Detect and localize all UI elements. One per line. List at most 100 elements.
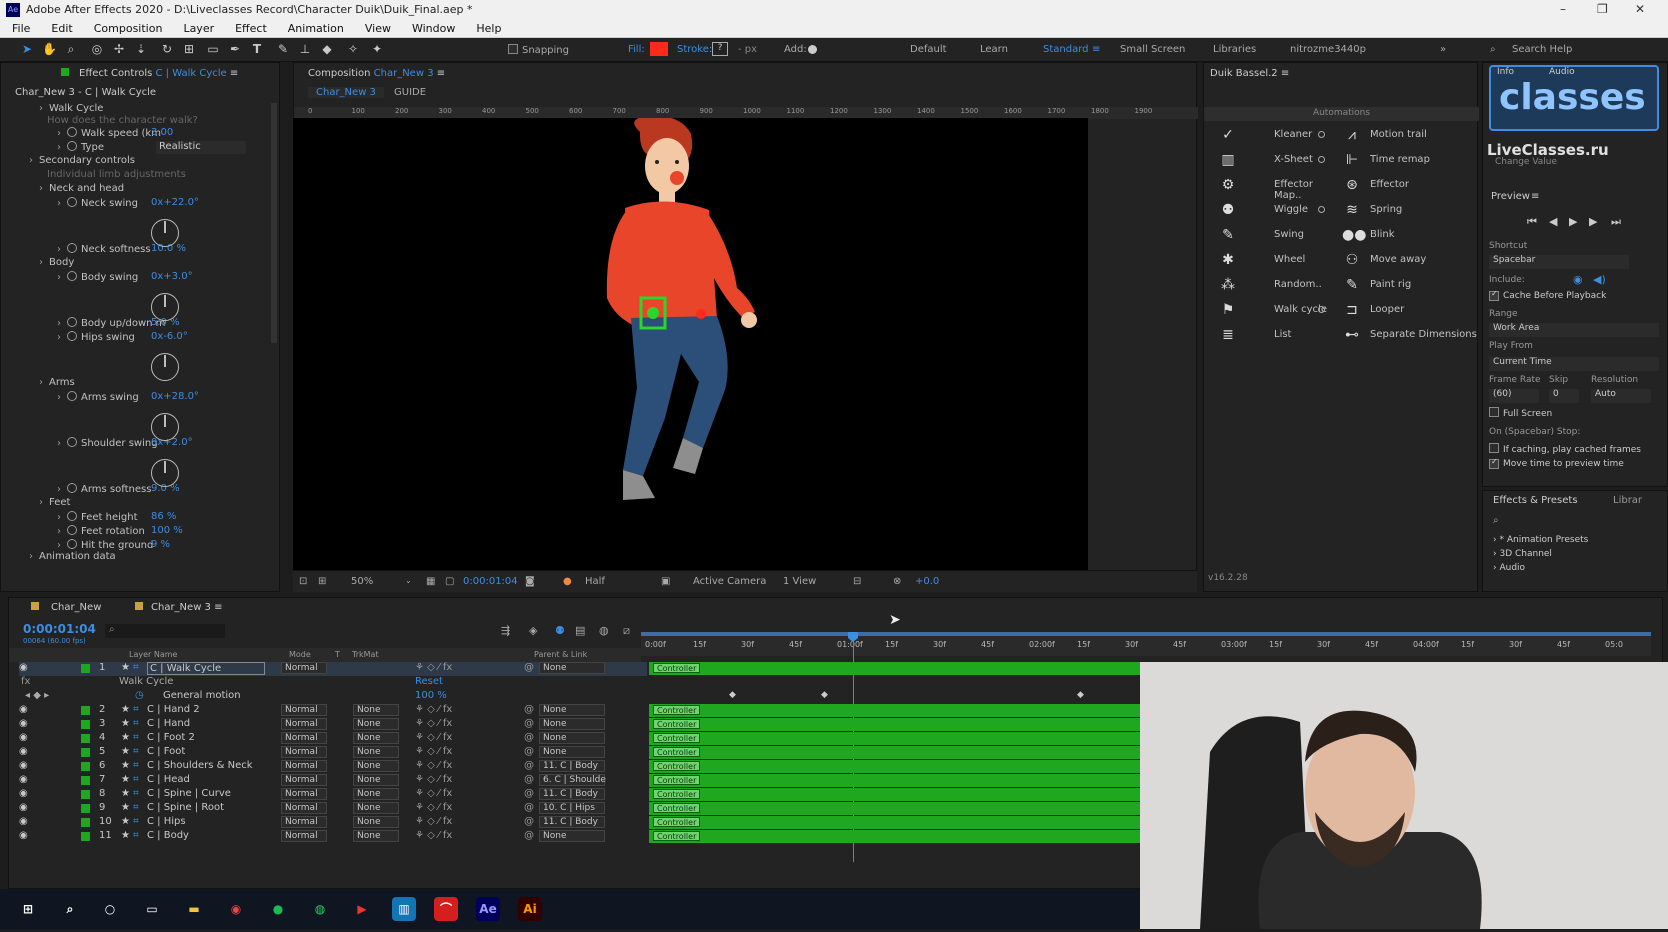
label-color-swatch[interactable] bbox=[81, 748, 90, 757]
explorer-icon[interactable]: ▬ bbox=[182, 897, 206, 921]
disclosure-triangle-icon[interactable]: › bbox=[57, 272, 67, 283]
zoom-tool-icon[interactable]: ⌕ bbox=[64, 42, 78, 56]
search-icon[interactable]: ⌕ bbox=[58, 897, 82, 921]
layer-duration-bar[interactable]: Controller bbox=[649, 760, 1141, 773]
disclosure-triangle-icon[interactable]: › bbox=[57, 438, 67, 449]
orbit-tool-icon[interactable]: ◎ bbox=[90, 42, 104, 56]
layer-name[interactable]: C | Foot bbox=[147, 746, 185, 757]
windows-icon[interactable]: ⊞ bbox=[16, 897, 40, 921]
trello-icon[interactable]: ▥ bbox=[392, 897, 416, 921]
effect-property-row[interactable]: › Arms swing bbox=[57, 391, 139, 405]
workspace-standard[interactable]: Standard bbox=[1043, 44, 1089, 55]
duik-button-wheel[interactable]: ✱ Wheel bbox=[1218, 250, 1338, 272]
angle-dial[interactable] bbox=[151, 459, 179, 487]
hand-tool-icon[interactable]: ✋ bbox=[42, 42, 57, 56]
duik-button-wiggle[interactable]: ⚉ Wiggle bbox=[1218, 200, 1338, 222]
duik-button-swing[interactable]: ✎ Swing bbox=[1218, 225, 1338, 247]
mode-dropdown[interactable]: Normal bbox=[281, 816, 327, 828]
panel-menu-icon[interactable]: ≡ bbox=[1281, 68, 1289, 79]
stopwatch-icon[interactable]: ◷ bbox=[135, 690, 144, 701]
tab-info[interactable]: Info bbox=[1497, 67, 1514, 77]
disclosure-triangle-icon[interactable]: › bbox=[39, 103, 49, 114]
rotate-tool-icon[interactable]: ↻ bbox=[160, 42, 174, 56]
effect-property-value[interactable]: 3.00 bbox=[151, 127, 173, 138]
disclosure-triangle-icon[interactable]: › bbox=[57, 128, 67, 139]
switches-icon[interactable]: ⚘ ◇ ⁄ fx bbox=[415, 816, 452, 827]
layer-duration-bar[interactable]: Controller bbox=[649, 774, 1141, 787]
reset-link[interactable]: Reset bbox=[415, 676, 443, 687]
label-color-swatch[interactable] bbox=[81, 804, 90, 813]
always-preview-icon[interactable]: ⊡ bbox=[299, 576, 307, 587]
layer-name[interactable]: C | Foot 2 bbox=[147, 732, 195, 743]
mode-dropdown[interactable]: Normal bbox=[281, 718, 327, 730]
illustrator-icon[interactable]: Ai bbox=[518, 897, 542, 921]
settings-dot-icon[interactable] bbox=[1318, 206, 1325, 213]
panel-menu-icon[interactable]: ≡ bbox=[1531, 191, 1539, 202]
effect-property-value[interactable]: 100 % bbox=[151, 525, 183, 536]
label-color-swatch[interactable] bbox=[81, 762, 90, 771]
keyframe-icon[interactable]: ◆ bbox=[821, 690, 828, 700]
tab-effect-controls[interactable]: Effect Controls C | Walk Cycle ≡ bbox=[61, 65, 238, 83]
mode-dropdown[interactable]: Normal bbox=[281, 760, 327, 772]
disclosure-triangle-icon[interactable]: › bbox=[29, 155, 39, 166]
disclosure-triangle-icon[interactable]: › bbox=[57, 484, 67, 495]
work-area-bar[interactable] bbox=[641, 632, 1651, 636]
table-row[interactable]: ◉ 11 ★ ⌗ C | Body Normal None ⚘ ◇ ⁄ fx @ None bbox=[19, 830, 647, 844]
anchor-tool-icon[interactable]: ⊞ bbox=[182, 42, 196, 56]
effect-property-row[interactable]: › Shoulder swing bbox=[57, 437, 158, 451]
stopwatch-icon[interactable] bbox=[67, 331, 77, 341]
layer-duration-bar[interactable]: Controller bbox=[649, 746, 1141, 759]
taskview-icon[interactable]: ▭ bbox=[140, 897, 164, 921]
workspace-menu-icon[interactable]: ≡ bbox=[1092, 44, 1100, 55]
mode-dropdown[interactable]: Normal bbox=[281, 774, 327, 786]
parent-dropdown[interactable]: None bbox=[539, 732, 605, 744]
layer-duration-bar[interactable]: Controller bbox=[649, 718, 1141, 731]
label-color-swatch[interactable] bbox=[81, 832, 90, 841]
duik-button-blink[interactable]: ●● Blink bbox=[1342, 225, 1478, 247]
trkmat-dropdown[interactable]: None bbox=[353, 788, 399, 800]
stopwatch-icon[interactable] bbox=[67, 271, 77, 281]
disclosure-triangle-icon[interactable]: › bbox=[57, 332, 67, 343]
mode-dropdown[interactable]: Normal bbox=[281, 662, 327, 674]
parent-pickwhip-icon[interactable]: @ bbox=[524, 788, 534, 799]
chevron-down-icon[interactable]: ⌄ bbox=[405, 576, 412, 585]
disclosure-triangle-icon[interactable]: › bbox=[39, 377, 49, 388]
workspace-libraries[interactable]: Libraries bbox=[1213, 44, 1256, 55]
toggle-pixel-icon[interactable]: ⊟ bbox=[853, 576, 861, 587]
parent-pickwhip-icon[interactable]: @ bbox=[524, 802, 534, 813]
pen-tool-icon[interactable]: ✒ bbox=[228, 42, 242, 56]
last-frame-icon[interactable]: ⏭ bbox=[1611, 215, 1621, 229]
maximize-button[interactable]: ❐ bbox=[1597, 2, 1608, 16]
switches-icon[interactable]: ⚘ ◇ ⁄ fx bbox=[415, 746, 452, 757]
move-time-checkbox[interactable]: Move time to preview time bbox=[1489, 459, 1624, 469]
layer-name[interactable]: C | Walk Cycle bbox=[147, 662, 265, 675]
table-row[interactable]: ◉ 10 ★ ⌗ C | Hips Normal None ⚘ ◇ ⁄ fx @11. C | … bbox=[19, 816, 647, 830]
duik-button-time-remap[interactable]: ⊩ Time remap bbox=[1342, 150, 1478, 172]
skip-dropdown[interactable]: 0 bbox=[1549, 389, 1579, 403]
draft-3d-icon[interactable]: ◈ bbox=[529, 624, 537, 637]
disclosure-triangle-icon[interactable]: › bbox=[57, 526, 67, 537]
effect-property-row[interactable]: › Arms bbox=[39, 377, 75, 391]
mode-dropdown[interactable]: Normal bbox=[281, 802, 327, 814]
acrobat-icon[interactable]: ⌒ bbox=[434, 897, 458, 921]
table-row[interactable]: ◉ 7 ★ ⌗ C | Head Normal None ⚘ ◇ ⁄ fx @6. C | Sh… bbox=[19, 774, 647, 788]
camera-dropdown[interactable]: Active Camera bbox=[693, 576, 766, 587]
parent-pickwhip-icon[interactable]: @ bbox=[524, 774, 534, 785]
visibility-eye-icon[interactable]: ◉ bbox=[19, 774, 28, 785]
effect-property-row[interactable]: › Type bbox=[57, 141, 104, 155]
play-from-dropdown[interactable]: Current Time bbox=[1489, 357, 1659, 371]
layer-name[interactable]: C | Hips bbox=[147, 816, 186, 827]
angle-dial[interactable] bbox=[151, 413, 179, 441]
switches-icon[interactable]: ⚘ ◇ ⁄ fx bbox=[415, 760, 452, 771]
effect-property-value[interactable]: 0x-6.0° bbox=[151, 331, 188, 342]
aftereffects-icon[interactable]: Ae bbox=[476, 897, 500, 921]
comp-subtab-char-new-3[interactable]: Char_New 3 bbox=[308, 87, 384, 98]
label-color-swatch[interactable] bbox=[81, 706, 90, 715]
shortcut-dropdown[interactable]: Spacebar bbox=[1489, 255, 1629, 269]
stopwatch-icon[interactable] bbox=[67, 391, 77, 401]
table-row[interactable]: ◉ 5 ★ ⌗ C | Foot Normal None ⚘ ◇ ⁄ fx @ None bbox=[19, 746, 647, 760]
effect-property-row[interactable]: › Body swing bbox=[57, 271, 138, 285]
panel-menu-icon[interactable]: ≡ bbox=[230, 68, 238, 79]
disclosure-triangle-icon[interactable]: › bbox=[39, 257, 49, 268]
stopwatch-icon[interactable] bbox=[67, 511, 77, 521]
